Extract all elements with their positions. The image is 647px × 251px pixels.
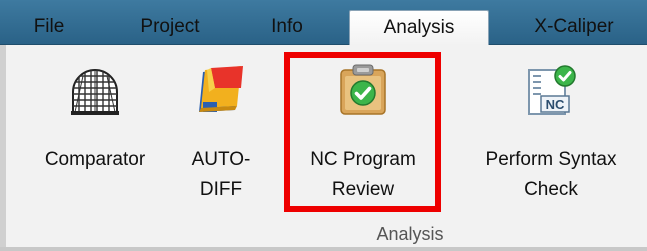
tab-project[interactable]: Project	[130, 11, 210, 43]
tab-file[interactable]: File	[22, 11, 76, 43]
nc-icon-text: NC	[546, 97, 565, 112]
auto-diff-icon	[199, 66, 243, 112]
perform-syntax-check-label: Perform Syntax Check	[485, 149, 617, 200]
tab-info[interactable]: Info	[262, 11, 312, 43]
comparator-grid-icon	[71, 69, 119, 115]
tab-x-caliper[interactable]: X-Caliper	[519, 11, 629, 43]
menu-tab-bar: File Project Info Analysis X-Caliper	[0, 0, 647, 46]
ribbon-group-label: Analysis	[376, 224, 444, 244]
auto-diff-button[interactable]: AUTO- DIFF	[176, 45, 266, 205]
comparator-button[interactable]: Comparator	[20, 45, 170, 205]
app-window: File Project Info Analysis X-Caliper Com…	[0, 0, 647, 251]
auto-diff-label: AUTO- DIFF	[191, 149, 251, 200]
tab-analysis[interactable]: Analysis	[349, 10, 489, 46]
comparator-label: Comparator	[44, 149, 146, 170]
highlight-box	[284, 52, 441, 212]
perform-syntax-check-button[interactable]: NC Perform Syntax Check	[462, 45, 640, 205]
ribbon-bottom-border	[0, 247, 647, 251]
nc-syntax-check-icon: NC	[528, 65, 576, 115]
ribbon-left-border	[0, 45, 6, 251]
